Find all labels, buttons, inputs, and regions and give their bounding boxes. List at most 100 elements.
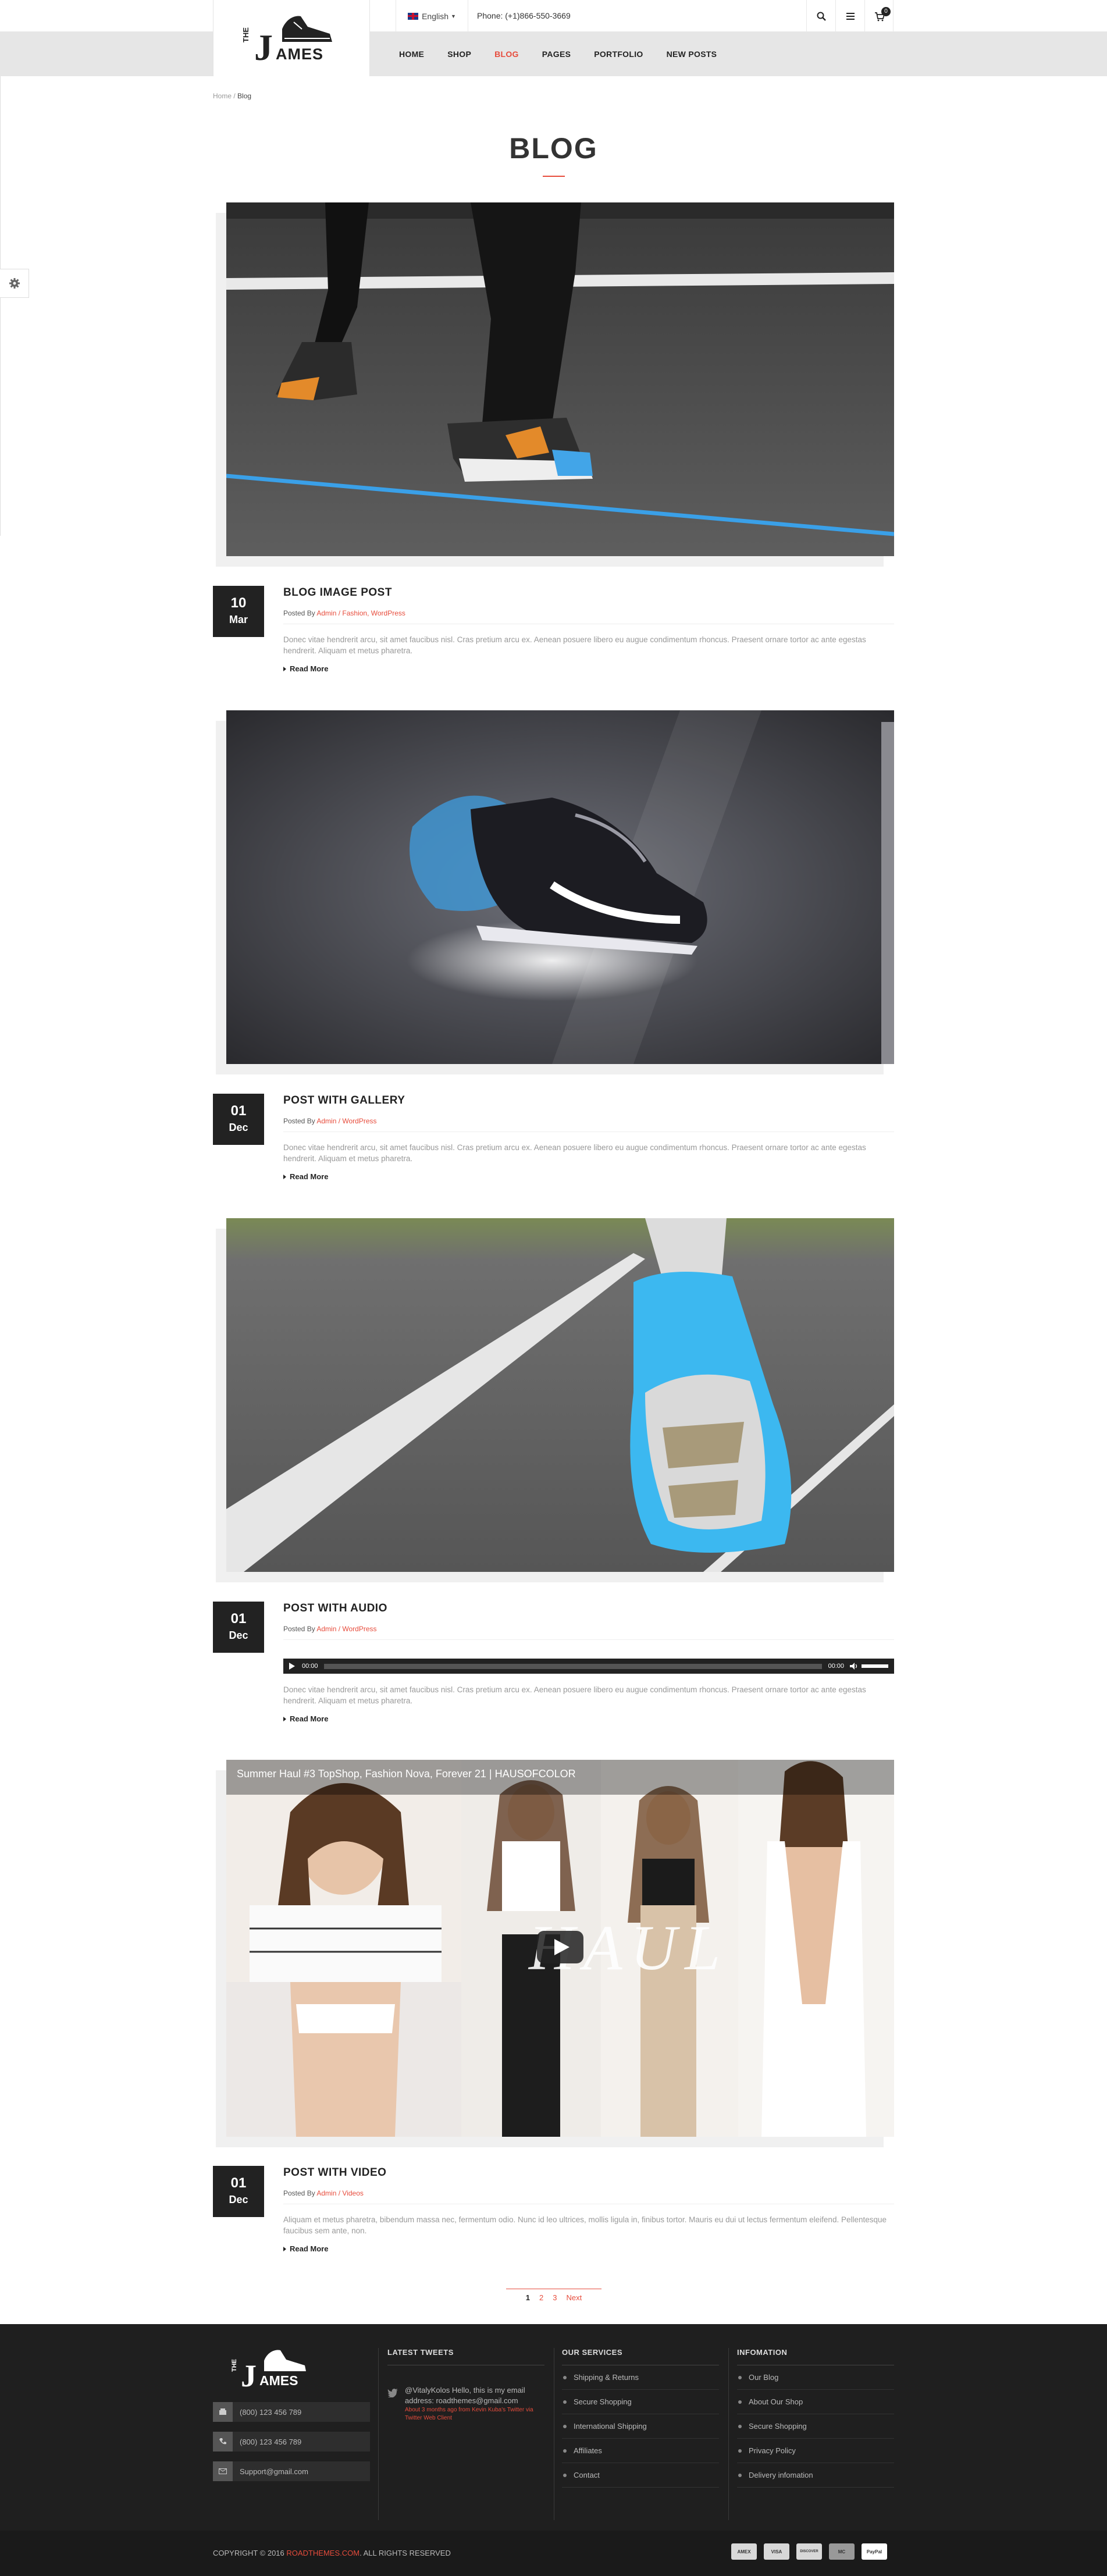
nav-shop[interactable]: SHOP [447,49,471,59]
audio-player: 00:00 00:00 [283,1659,894,1674]
read-more-link[interactable]: Read More [283,1714,328,1723]
nav-portfolio[interactable]: PORTFOLIO [594,49,643,59]
read-more-link[interactable]: Read More [283,2244,328,2253]
post-date: 01 Dec [213,1094,264,1145]
services-link[interactable]: Contact [562,2463,719,2488]
search-icon [817,12,826,21]
gear-icon [9,278,20,289]
post-title[interactable]: BLOG IMAGE POST [283,586,392,599]
page-title: BLOG [509,132,598,165]
email-icon [213,2461,233,2481]
post-meta: Posted By Admin / WordPress [283,1625,377,1633]
audio-progress-bar[interactable] [323,1663,823,1669]
pagination: 1 2 3 Next [506,2289,601,2306]
breadcrumb-home[interactable]: Home [213,92,232,100]
page-1[interactable]: 1 [526,2293,530,2302]
tweet-item: @VitalyKolos Hello, this is my email add… [387,2385,544,2422]
services-link[interactable]: Shipping & Returns [562,2365,719,2390]
post-title[interactable]: POST WITH VIDEO [283,2166,386,2179]
language-selector[interactable]: English ▼ [396,0,468,32]
video-title: Summer Haul #3 TopShop, Fashion Nova, Fo… [237,1768,576,1780]
page-3[interactable]: 3 [553,2293,557,2302]
post-image-running[interactable] [226,202,894,556]
svg-text:AMES: AMES [259,2373,298,2388]
footer-phone-2: (800) 123 456 789 [213,2432,370,2452]
info-link[interactable]: Delivery infomation [737,2463,894,2488]
settings-toggle[interactable] [0,269,29,298]
services-link[interactable]: Affiliates [562,2439,719,2463]
running-shoe-photo [226,1218,894,1572]
post-image-audio[interactable] [226,1218,894,1572]
svg-text:J: J [241,2358,257,2393]
nav-pages[interactable]: PAGES [542,49,571,59]
services-link[interactable]: Secure Shopping [562,2390,719,2414]
next-page-link[interactable]: Next [566,2293,582,2302]
cart-button[interactable]: 0 [864,0,894,32]
services-link[interactable]: International Shipping [562,2414,719,2439]
post-excerpt: Aliquam et metus pharetra, bibendum mass… [283,2215,887,2235]
post-meta: Posted By Admin / Videos [283,2189,364,2197]
breadcrumb-current: Blog [237,92,252,100]
post-video[interactable]: Summer Haul #3 TopShop, Fashion Nova, Fo… [226,1760,894,2137]
volume-slider[interactable] [862,1664,888,1668]
footer-email: Support@gmail.com [213,2461,370,2481]
info-link[interactable]: About Our Shop [737,2390,894,2414]
info-link[interactable]: Privacy Policy [737,2439,894,2463]
volume-icon [850,1663,857,1670]
main-nav: HOME SHOP BLOG PAGES PORTFOLIO NEW POSTS [399,32,740,76]
info-link[interactable]: Our Blog [737,2365,894,2390]
read-more-link[interactable]: Read More [283,1172,328,1181]
gallery-shoe-photo [226,710,894,1064]
copyright-bar [0,2531,1107,2576]
breadcrumb: Home / Blog [213,92,252,100]
nav-home[interactable]: HOME [399,49,424,59]
copyright-text: COPYRIGHT © 2016 ROADTHEMES.COM. ALL RIG… [213,2549,451,2557]
menu-icon [846,12,855,20]
paypal-icon: PayPal [862,2543,887,2560]
info-link[interactable]: Secure Shopping [737,2414,894,2439]
post-date: 01 Dec [213,2166,264,2217]
footer-logo[interactable]: THE J AMES [220,2337,307,2396]
visa-icon: VISA [764,2543,789,2560]
logo-j: J [254,27,273,68]
phone-icon [213,2432,233,2452]
mute-button[interactable] [850,1663,858,1670]
uk-flag-icon [408,12,419,20]
post-date: 10 Mar [213,586,264,637]
logo-ames: AMES [276,45,323,63]
top-bar: English ▼ Phone: (+1)866-550-3669 0 [0,0,1107,32]
play-icon [289,1663,295,1670]
cart-count-badge: 0 [881,7,891,16]
footer-tweets: LATEST TWEETS [387,2348,544,2365]
mastercard-icon: MC [829,2543,855,2560]
post-excerpt: Donec vitae hendrerit arcu, sit amet fau… [283,1685,866,1705]
site-logo[interactable]: THE J AMES [213,0,370,76]
page-2[interactable]: 2 [539,2293,543,2302]
language-label: English [422,11,449,21]
tweet-meta[interactable]: About 3 months ago from Kevin Kuba's Twi… [405,2406,544,2422]
copyright-brand-link[interactable]: ROADTHEMES.COM [286,2549,359,2557]
post-date: 01 Dec [213,1602,264,1653]
video-thumbnail: Summer Haul #3 TopShop, Fashion Nova, Fo… [226,1760,894,2137]
nav-new-posts[interactable]: NEW POSTS [667,49,717,59]
nav-blog[interactable]: BLOG [494,49,519,59]
post-meta: Posted By Admin / Fashion, WordPress [283,609,405,617]
play-button[interactable] [289,1663,295,1670]
svg-text:THE: THE [231,2359,238,2372]
running-legs-photo [226,202,894,556]
tweet-text: @VitalyKolos Hello, this is my email add… [405,2386,525,2405]
footer-services: OUR SERVICES Shipping & Returns Secure S… [562,2348,719,2488]
read-more-link[interactable]: Read More [283,664,328,673]
tweets-heading: LATEST TWEETS [387,2348,544,2365]
main-navbar: HOME SHOP BLOG PAGES PORTFOLIO NEW POSTS [0,32,1107,76]
post-title[interactable]: POST WITH AUDIO [283,1602,387,1615]
menu-button[interactable] [835,0,864,32]
search-button[interactable] [806,0,835,32]
fax-icon [213,2402,233,2422]
post-image-gallery[interactable] [226,710,894,1064]
post-title[interactable]: POST WITH GALLERY [283,1094,405,1107]
footer-information: INFOMATION Our Blog About Our Shop Secur… [737,2348,894,2488]
chevron-down-icon: ▼ [451,13,456,19]
footer-logo-image: THE J AMES [231,2350,306,2393]
amex-icon: AMEX [731,2543,757,2560]
